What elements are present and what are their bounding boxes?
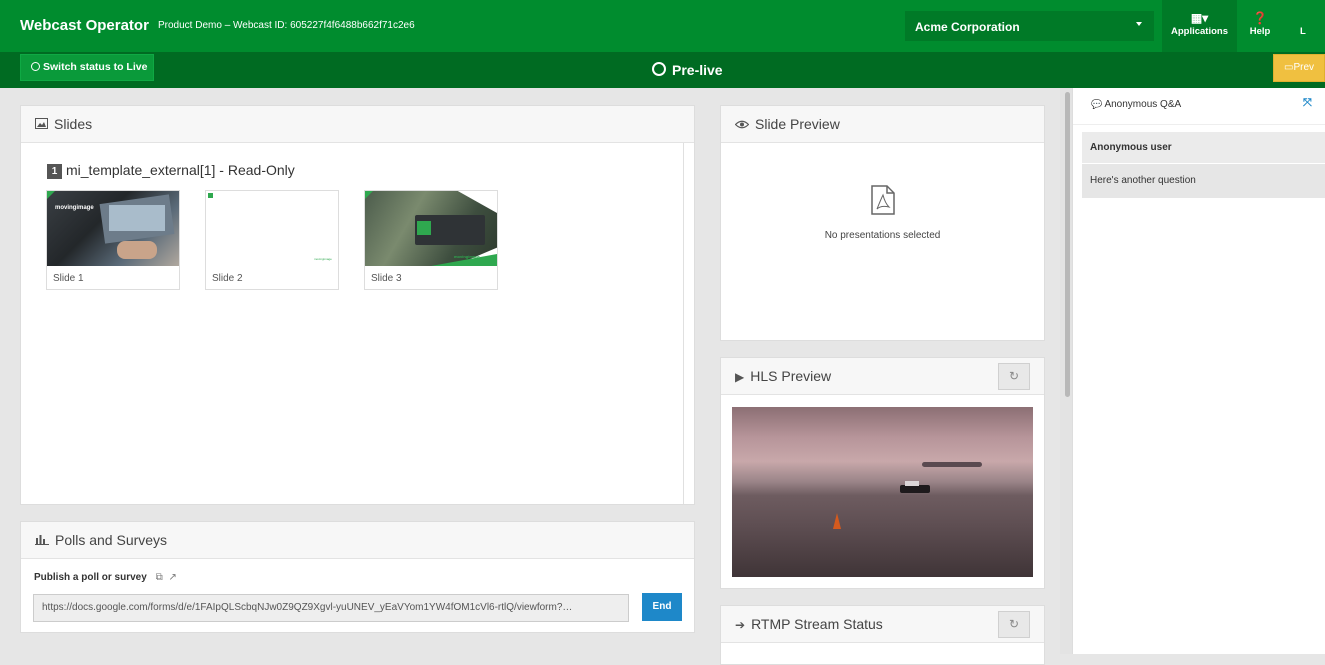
hls-preview-title: HLS Preview: [750, 368, 832, 384]
rtmp-refresh-button[interactable]: ↻: [998, 611, 1030, 638]
deck-title: 1 mi_template_external[1] - Read-Only: [47, 162, 295, 179]
rtmp-status-panel: ➔ RTMP Stream Status ↻: [720, 605, 1045, 665]
status-bar: Switch status to Live Pre-live ▭Prev: [0, 52, 1325, 88]
scrollbar-thumb[interactable]: [1065, 92, 1070, 397]
slide-image: movingimage: [206, 191, 338, 266]
slides-panel: Slides 1 mi_template_external[1] - Read-O…: [20, 105, 695, 505]
preview-button[interactable]: ▭Prev: [1273, 54, 1325, 82]
qa-entry-user[interactable]: Anonymous user: [1082, 132, 1325, 163]
external-link-icon[interactable]: ↗: [169, 572, 177, 583]
slide-image: movingimage: [365, 191, 497, 266]
app-title: Webcast Operator: [20, 17, 149, 34]
comment-icon: 💬: [1091, 99, 1103, 109]
deck-name: mi_template_external[1] - Read-Only: [66, 162, 295, 178]
qa-header: 💬 Anonymous Q&A: [1091, 99, 1181, 110]
hls-preview-header: ▶ HLS Preview: [721, 358, 1044, 395]
polls-header: Polls and Surveys: [21, 522, 694, 559]
slide-preview-header: Slide Preview: [721, 106, 1044, 143]
switch-to-live-button[interactable]: Switch status to Live: [20, 54, 154, 81]
organization-select[interactable]: Acme Corporation: [905, 11, 1154, 41]
arrow-right-icon: ➔: [735, 618, 746, 632]
logout-button[interactable]: L: [1300, 0, 1325, 52]
applications-menu[interactable]: ▦▾ Applications: [1162, 0, 1237, 52]
no-presentations-text: No presentations selected: [824, 230, 941, 241]
switch-label: Switch status to Live: [43, 61, 148, 73]
polls-panel: Polls and Surveys Publish a poll or surv…: [20, 521, 695, 633]
rtmp-status-title: RTMP Stream Status: [751, 616, 883, 632]
publish-poll-label: Publish a poll or survey ⧉ ↗: [34, 572, 177, 583]
organization-value: Acme Corporation: [915, 20, 1020, 34]
hls-preview-panel: ▶ HLS Preview ↻: [720, 357, 1045, 589]
publish-poll-text: Publish a poll or survey: [34, 572, 147, 583]
top-header: Webcast Operator Product Demo – Webcast …: [0, 0, 1325, 52]
circle-icon: [652, 62, 666, 76]
slide-thumbnail[interactable]: movingimage Slide 2: [205, 190, 339, 290]
qa-title: Anonymous Q&A: [1104, 99, 1182, 110]
slides-title: Slides: [54, 116, 93, 132]
poll-url-field[interactable]: https://docs.google.com/forms/d/e/1FAIpQ…: [33, 594, 629, 622]
slide-thumbnail[interactable]: movingimage Slide 1: [46, 190, 180, 290]
boat: [900, 485, 930, 493]
applications-label: Applications: [1170, 26, 1228, 37]
expand-icon[interactable]: ⤧: [1303, 97, 1312, 110]
hls-video-player[interactable]: [732, 407, 1033, 577]
polls-title: Polls and Surveys: [55, 532, 168, 548]
deck-index-badge: 1: [47, 164, 62, 179]
slide-brand: movingimage: [55, 205, 94, 211]
page-scrollbar[interactable]: [1060, 88, 1072, 654]
boat-cabin: [905, 481, 919, 486]
refresh-icon: ↻: [1008, 369, 1020, 383]
eye-icon: [734, 107, 750, 144]
end-poll-button[interactable]: End: [642, 593, 682, 621]
preview-label: Prev: [1293, 62, 1315, 73]
sail: [833, 513, 841, 529]
slide-brand: movingimage: [454, 254, 480, 259]
slide-thumbnail[interactable]: movingimage Slide 3: [364, 190, 498, 290]
slides-scroll-divider: [683, 143, 684, 504]
webcast-info: Product Demo – Webcast ID: 605227f4f6488…: [158, 20, 415, 31]
bar-chart-icon: [35, 523, 49, 560]
horizon-island: [922, 462, 982, 467]
pdf-file-icon: [871, 185, 897, 215]
copy-icon[interactable]: ⧉: [156, 572, 163, 583]
play-icon: ▶: [735, 370, 745, 384]
caret-down-icon: [1136, 22, 1142, 26]
slide-caption: Slide 1: [53, 273, 84, 284]
question-circle-icon: ❓: [1252, 11, 1268, 25]
image-icon: [35, 107, 48, 144]
refresh-icon: ↻: [1008, 617, 1020, 631]
qa-divider: [1073, 124, 1325, 125]
slide-caption: Slide 2: [212, 273, 243, 284]
grid-icon: ▦▾: [1190, 11, 1209, 25]
logout-label: L: [1300, 26, 1306, 37]
qa-entry-question[interactable]: Here's another question: [1082, 164, 1325, 198]
slide-brand: movingimage: [314, 257, 332, 261]
qa-sidebar: 💬 Anonymous Q&A ⤧ Anonymous user Here's …: [1072, 88, 1325, 654]
slide-caption: Slide 3: [371, 273, 402, 284]
slide-preview-panel: Slide Preview No presentations selected: [720, 105, 1045, 341]
slides-header: Slides: [21, 106, 694, 143]
rtmp-status-header: ➔ RTMP Stream Status: [721, 606, 1044, 643]
slide-preview-title: Slide Preview: [755, 116, 840, 132]
slide-image: movingimage: [47, 191, 179, 266]
help-button[interactable]: ❓ Help: [1244, 0, 1276, 52]
webcast-status: Pre-live: [652, 62, 723, 78]
help-label: Help: [1249, 26, 1271, 37]
status-label: Pre-live: [672, 62, 723, 78]
circle-icon: [31, 62, 40, 71]
hls-refresh-button[interactable]: ↻: [998, 363, 1030, 390]
